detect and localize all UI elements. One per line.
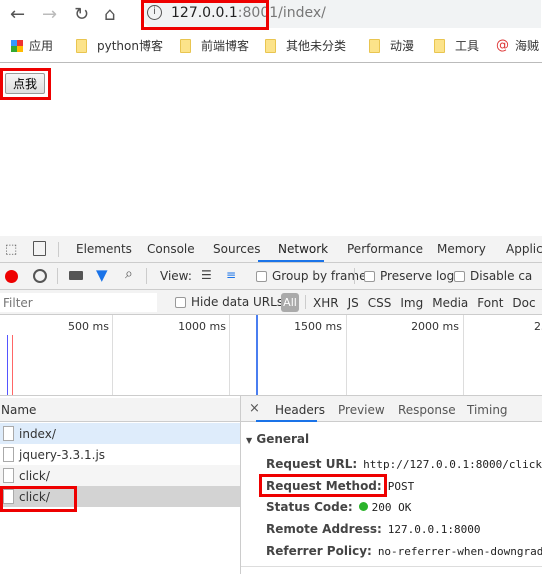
file-icon bbox=[3, 468, 14, 483]
preserve-log-checkbox[interactable]: Preserve log bbox=[364, 269, 454, 283]
request-name: click/ bbox=[19, 468, 50, 483]
folder-icon bbox=[265, 38, 276, 53]
request-name: jquery-3.3.1.js bbox=[19, 447, 106, 462]
disable-cache-checkbox[interactable]: Disable ca bbox=[454, 269, 532, 283]
tab-memory[interactable]: Memory bbox=[437, 242, 486, 256]
bookmark-label: 应用 bbox=[29, 39, 54, 53]
close-icon[interactable]: × bbox=[249, 401, 260, 416]
timeline-tick: 2000 ms bbox=[411, 320, 459, 333]
folder-icon bbox=[180, 38, 191, 53]
timeline-tick: 1500 ms bbox=[294, 320, 342, 333]
header-request-url: Request URL: http://127.0.0.1:8000/click/ bbox=[266, 457, 542, 471]
view-label: View: bbox=[160, 269, 192, 283]
tab-application[interactable]: Applica bbox=[506, 242, 542, 256]
bookmark-label: python博客 bbox=[97, 39, 163, 53]
hide-data-urls-checkbox[interactable]: Hide data URLs bbox=[175, 295, 283, 309]
bookmark-python[interactable]: python博客 bbox=[76, 37, 163, 54]
filter-icon[interactable]: ▼ bbox=[96, 266, 108, 284]
folder-icon bbox=[434, 38, 445, 53]
checkbox-label: Hide data URLs bbox=[191, 295, 284, 309]
inspect-icon[interactable]: ⬚ bbox=[5, 242, 17, 257]
bookmark-label: 前端博客 bbox=[201, 39, 250, 53]
filter-img[interactable]: Img bbox=[400, 296, 423, 310]
checkbox-label: Disable ca bbox=[470, 269, 533, 283]
checkbox-label: Preserve log bbox=[380, 269, 455, 283]
tab-response[interactable]: Response bbox=[398, 403, 456, 417]
large-rows-icon[interactable]: ☰ bbox=[201, 268, 212, 282]
apps-icon bbox=[11, 39, 23, 52]
swirl-icon: @ bbox=[496, 38, 509, 53]
timeline-tick: 500 ms bbox=[68, 320, 109, 333]
bookmark-anime[interactable]: 动漫 bbox=[369, 37, 414, 54]
bookmark-label: 海贼 bbox=[515, 39, 540, 53]
filter-input[interactable] bbox=[0, 293, 157, 312]
screenshot-icon[interactable] bbox=[69, 271, 83, 280]
bookmark-tools[interactable]: 工具 bbox=[434, 37, 479, 54]
request-name: index/ bbox=[19, 426, 56, 441]
home-icon[interactable]: ⌂ bbox=[104, 4, 115, 25]
filter-doc[interactable]: Doc bbox=[512, 296, 535, 310]
filter-types: XHR JS CSS Img Media Font Doc W bbox=[313, 296, 542, 310]
header-status-code: Status Code: 200 OK bbox=[266, 500, 412, 514]
folder-icon bbox=[369, 38, 380, 53]
tab-headers[interactable]: Headers bbox=[275, 403, 325, 417]
load-line bbox=[12, 335, 13, 395]
timeline-marker bbox=[256, 315, 258, 395]
document-icon bbox=[3, 426, 14, 441]
group-by-frame-checkbox[interactable]: Group by frame bbox=[256, 269, 366, 283]
filter-all[interactable]: All bbox=[281, 293, 299, 312]
reload-icon[interactable]: ↻ bbox=[74, 4, 89, 25]
tab-network[interactable]: Network bbox=[278, 242, 328, 256]
column-label: Name bbox=[1, 403, 37, 417]
general-section-toggle[interactable]: ▼ General bbox=[246, 432, 309, 446]
divider bbox=[0, 62, 542, 63]
request-highlight bbox=[0, 486, 77, 512]
request-row[interactable]: click/ bbox=[0, 465, 240, 486]
bookmark-apps[interactable]: 应用 bbox=[11, 37, 53, 54]
filter-media[interactable]: Media bbox=[432, 296, 468, 310]
triangle-down-icon: ▼ bbox=[246, 436, 253, 445]
tab-console[interactable]: Console bbox=[147, 242, 195, 256]
filter-font[interactable]: Font bbox=[477, 296, 503, 310]
header-referrer-policy: Referrer Policy: no-referrer-when-downgra… bbox=[266, 544, 542, 558]
bookmark-label: 其他未分类 bbox=[286, 39, 347, 53]
clear-icon[interactable] bbox=[33, 269, 47, 283]
waterfall-icon[interactable]: ≡ bbox=[226, 268, 236, 282]
bookmark-other[interactable]: 其他未分类 bbox=[265, 37, 346, 54]
filter-css[interactable]: CSS bbox=[368, 296, 392, 310]
forward-icon[interactable]: → bbox=[42, 4, 57, 25]
tab-timing[interactable]: Timing bbox=[467, 403, 508, 417]
folder-icon bbox=[76, 38, 87, 53]
bookmark-label: 工具 bbox=[455, 39, 480, 53]
name-column-header[interactable]: Name bbox=[0, 398, 240, 422]
script-icon bbox=[3, 447, 14, 462]
tab-performance[interactable]: Performance bbox=[347, 242, 423, 256]
bookmark-label: 动漫 bbox=[390, 39, 415, 53]
timeline-tick: 1000 ms bbox=[178, 320, 226, 333]
tab-preview[interactable]: Preview bbox=[338, 403, 385, 417]
record-icon[interactable] bbox=[5, 270, 18, 283]
header-remote-address: Remote Address: 127.0.0.1:8000 bbox=[266, 522, 481, 536]
active-tab-indicator bbox=[258, 260, 324, 262]
tab-elements[interactable]: Elements bbox=[76, 242, 132, 256]
device-toggle-icon[interactable] bbox=[33, 241, 46, 256]
filter-js[interactable]: JS bbox=[348, 296, 359, 310]
section-title: General bbox=[256, 432, 310, 446]
bookmark-frontend[interactable]: 前端博客 bbox=[180, 37, 249, 54]
checkbox-label: Group by frame bbox=[272, 269, 367, 283]
bookmark-onepiece[interactable]: @ 海贼 bbox=[496, 37, 539, 54]
button-highlight bbox=[0, 68, 51, 100]
back-icon[interactable]: ← bbox=[10, 4, 25, 25]
status-ok-icon bbox=[358, 502, 368, 511]
filter-xhr[interactable]: XHR bbox=[313, 296, 339, 310]
url-highlight bbox=[141, 0, 269, 30]
domcontentloaded-line bbox=[7, 335, 8, 395]
method-highlight bbox=[259, 474, 387, 497]
search-icon[interactable]: ⌕ bbox=[125, 266, 133, 282]
timeline-tick: 25 bbox=[534, 320, 542, 333]
request-row[interactable]: index/ bbox=[0, 423, 240, 444]
request-row[interactable]: jquery-3.3.1.js bbox=[0, 444, 240, 465]
tab-sources[interactable]: Sources bbox=[213, 242, 260, 256]
